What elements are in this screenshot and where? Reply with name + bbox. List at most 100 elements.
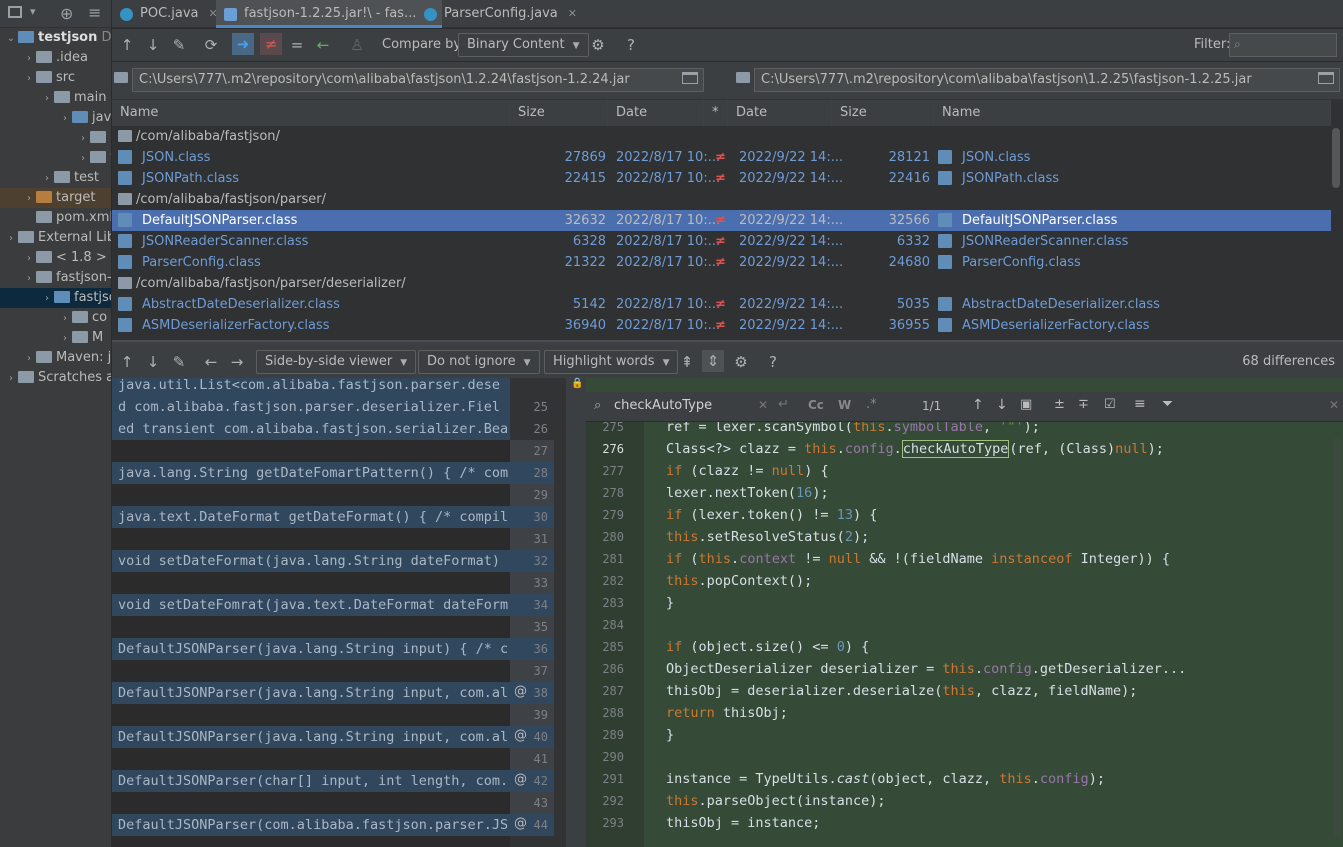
tree-item[interactable]: › src (22, 68, 75, 88)
table-row[interactable]: DefaultJSONParser.class 32632 2022/8/17 10… (112, 210, 1331, 231)
ignore-select[interactable]: Do not ignore ▼ (418, 350, 540, 374)
tree-item[interactable]: pom.xml (22, 208, 111, 228)
view-dropdown-icon[interactable]: ▾ (30, 5, 36, 18)
tree-item[interactable]: › Scratches a (4, 368, 111, 389)
folder-browse-icon[interactable] (682, 72, 698, 84)
show-equal-icon[interactable]: = (286, 31, 308, 59)
tree-item[interactable]: › < 1.8 > (22, 248, 107, 268)
table-row[interactable]: ParserConfig.class 21322 2022/8/17 10:... ≠… (112, 252, 1331, 273)
header-left-name[interactable]: Name (112, 100, 510, 126)
expand-icon[interactable]: › (40, 169, 54, 189)
expand-icon[interactable]: › (22, 249, 36, 269)
expand-icon[interactable]: › (22, 269, 36, 289)
left-editor[interactable]: 🔒 java.util.List<com.alibaba.fastjson.pa… (112, 378, 510, 847)
next-difference-icon[interactable]: ↓ (142, 31, 164, 59)
expand-icon[interactable]: › (58, 309, 72, 329)
folder-row[interactable]: /com/alibaba/fastjson/parser/deserialize… (112, 273, 1331, 294)
header-left-date[interactable]: Date (608, 100, 704, 126)
close-icon[interactable]: ✕ (568, 7, 577, 20)
expand-icon[interactable]: › (40, 89, 54, 109)
table-row[interactable]: AbstractDateDeserializer.class 5142 2022/8… (112, 294, 1331, 315)
prev-occurrence-icon[interactable]: ↑ (972, 397, 984, 413)
expand-icon[interactable]: › (40, 289, 54, 309)
collapse-unchanged-icon[interactable]: ⇞ (676, 348, 698, 376)
header-right-name[interactable]: Name (934, 100, 1331, 126)
help-icon[interactable]: ? (620, 31, 642, 59)
settings-icon[interactable]: ⚙ (587, 31, 609, 59)
search-input[interactable]: checkAutoType (614, 398, 712, 413)
filter-icon[interactable]: ⏷ (1162, 396, 1173, 412)
tab-parserconfig-java[interactable]: ParserConfig.java ✕ (416, 0, 583, 28)
next-difference-icon[interactable]: ↓ (142, 348, 164, 376)
tree-item[interactable]: › co (58, 308, 107, 328)
header-right-size[interactable]: Size (832, 100, 934, 126)
tree-item[interactable]: ›we (76, 148, 111, 169)
show-added-icon[interactable]: ← (312, 31, 334, 59)
expand-icon[interactable]: › (4, 369, 18, 389)
expand-icon[interactable]: › (76, 149, 90, 169)
user-icon[interactable]: ♙ (346, 31, 368, 59)
tree-root[interactable]: ⌄testjson D: (4, 28, 111, 49)
expand-icon[interactable]: › (76, 129, 90, 149)
close-search-icon[interactable]: ✕ (1329, 398, 1339, 412)
folder-row[interactable]: /com/alibaba/fastjson/ (112, 126, 1331, 147)
match-case-toggle[interactable]: Cc (808, 398, 824, 412)
expand-icon[interactable]: ⌄ (4, 29, 18, 49)
expand-icon[interactable]: › (58, 329, 72, 349)
table-row[interactable]: JSONReaderScanner.class 6328 2022/8/17 10:… (112, 231, 1331, 252)
right-editor[interactable]: ⌕ checkAutoType ✕ ↵ Cc W .* 1/1 ↑ ↓ ▣ ± … (586, 378, 1343, 847)
header-left-size[interactable]: Size (510, 100, 608, 126)
back-icon[interactable]: ← (200, 348, 222, 376)
edit-icon[interactable]: ✎ (168, 31, 190, 59)
refresh-icon[interactable]: ⟳ (200, 31, 222, 59)
expand-icon[interactable]: › (4, 229, 18, 249)
folder-row[interactable]: /com/alibaba/fastjson/parser/ (112, 189, 1331, 210)
tree-item[interactable]: › java (58, 108, 111, 128)
compare-by-select[interactable]: Binary Content ▼ (458, 33, 589, 57)
add-selection-icon[interactable]: ± (1054, 397, 1065, 412)
tree-item[interactable]: › target (0, 188, 111, 209)
show-new-icon[interactable]: ➜ (232, 33, 254, 55)
settings-icon[interactable]: ⚙ (730, 348, 752, 376)
tree-item[interactable]: › test (40, 168, 99, 188)
right-path-field[interactable]: C:\Users\777\.m2\repository\com\alibaba\… (754, 68, 1340, 92)
help-icon[interactable]: ? (762, 348, 784, 376)
forward-icon[interactable]: → (226, 348, 248, 376)
left-path-field[interactable]: C:\Users\777\.m2\repository\com\alibaba\… (132, 68, 704, 92)
tree-item[interactable]: › Maven: j (22, 348, 111, 368)
tree-item[interactable]: › External Libraries (4, 228, 111, 249)
collapse-icon[interactable]: ≡ (88, 3, 101, 22)
tab-poc-java[interactable]: POC.java ✕ (112, 0, 224, 28)
expand-icon[interactable]: › (22, 349, 36, 369)
table-row[interactable]: ASMDeserializerFactory.class 36940 2022/8/… (112, 315, 1331, 336)
right-scrollbar[interactable] (1333, 438, 1341, 838)
highlight-select[interactable]: Highlight words ▼ (544, 350, 679, 374)
tree-item[interactable]: › fastjson-1.2.25 (22, 268, 111, 289)
tree-item[interactable]: ›re (76, 128, 111, 149)
tab-jar-diff[interactable]: fastjson-1.2.25.jar!\ - fas...✕ (216, 0, 442, 28)
sync-scroll-icon[interactable]: ⇕ (702, 350, 724, 372)
table-row[interactable]: JSON.class 27869 2022/8/17 10:... ≠ 2022/9/2… (112, 147, 1331, 168)
filter-input[interactable]: ⌕ (1229, 33, 1337, 57)
table-scrollbar[interactable] (1332, 128, 1340, 188)
prev-difference-icon[interactable]: ↑ (116, 348, 138, 376)
expand-icon[interactable]: › (22, 49, 36, 69)
remove-selection-icon[interactable]: ∓ (1078, 397, 1089, 412)
tree-item[interactable]: › .idea (22, 48, 88, 68)
clear-icon[interactable]: ✕ (758, 398, 768, 412)
regex-icon[interactable]: .* (866, 397, 877, 412)
filter-lines-icon[interactable]: ≡ (1134, 396, 1146, 412)
tree-item[interactable]: › M (58, 328, 103, 348)
whole-words-toggle[interactable]: W (838, 398, 851, 412)
show-different-icon[interactable]: ≠ (260, 33, 282, 55)
edit-icon[interactable]: ✎ (168, 348, 190, 376)
next-occurrence-icon[interactable]: ↓ (996, 397, 1008, 413)
expand-icon[interactable]: › (22, 69, 36, 89)
expand-icon[interactable]: › (22, 189, 36, 209)
tree-item[interactable]: › main (40, 88, 106, 108)
table-row[interactable]: JSONPath.class 22415 2022/8/17 10:... ≠ 2022… (112, 168, 1331, 189)
viewer-select[interactable]: Side-by-side viewer ▼ (256, 350, 417, 374)
regex-history-icon[interactable]: ↵ (778, 397, 789, 412)
header-status[interactable]: * (704, 100, 728, 126)
select-all-occurrences-icon[interactable]: ☑ (1104, 397, 1116, 412)
